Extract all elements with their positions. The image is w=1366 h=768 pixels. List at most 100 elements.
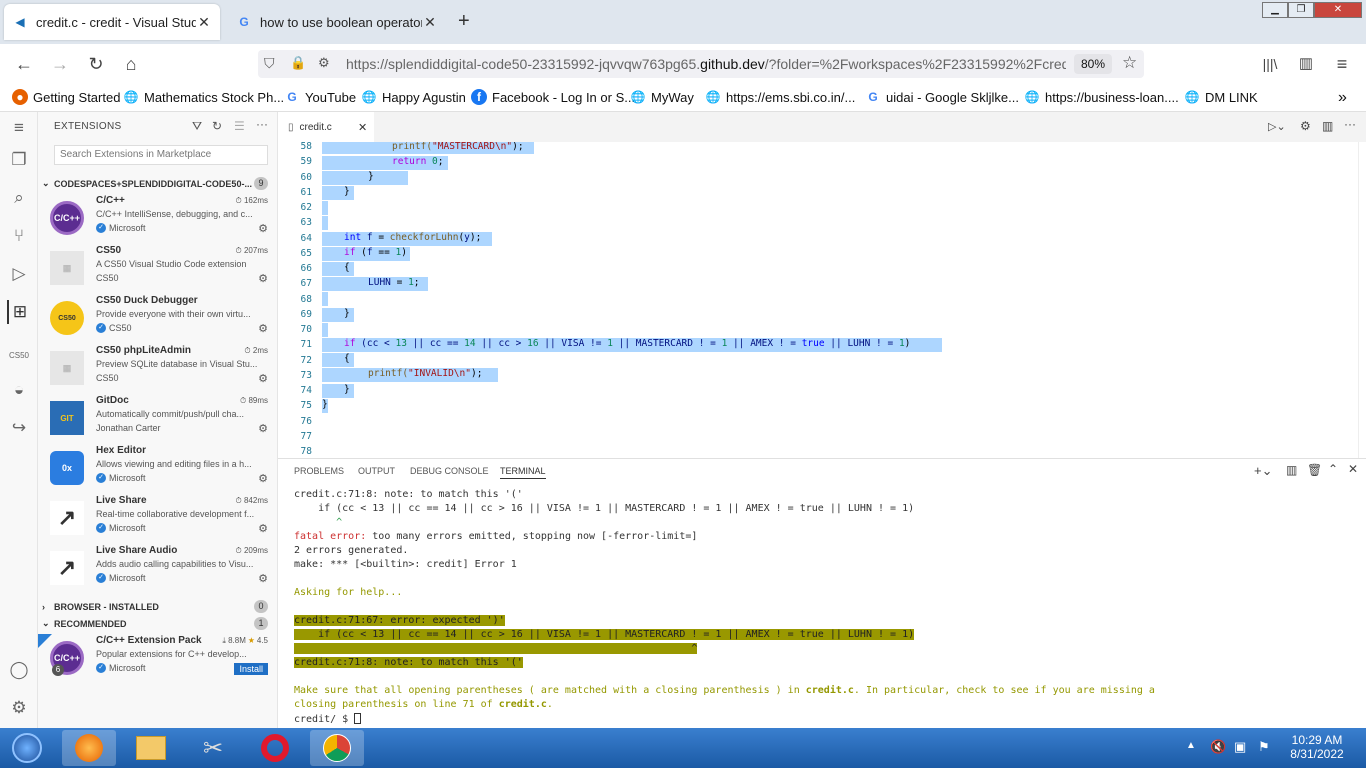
globe-icon: 🌐: [361, 90, 377, 104]
more-actions-icon[interactable]: ···: [1344, 117, 1356, 131]
library-icon[interactable]: |||\: [1258, 52, 1282, 76]
bookmark-business-loan[interactable]: 🌐 https://business-loan....: [1024, 89, 1179, 105]
taskbar-chrome[interactable]: [310, 730, 364, 766]
volume-icon[interactable]: 🔇: [1210, 739, 1226, 755]
settings-gear-icon[interactable]: ⚙: [1300, 119, 1311, 133]
close-window-icon[interactable]: ✕: [1314, 2, 1362, 18]
manage-gear-icon[interactable]: ⚙: [258, 472, 268, 485]
trash-icon[interactable]: 🗑: [1307, 463, 1322, 477]
split-editor-icon[interactable]: ▥: [1322, 119, 1333, 133]
account-icon[interactable]: ◯: [7, 658, 31, 682]
terminal-prompt[interactable]: credit/ $: [294, 713, 362, 725]
action-center-icon[interactable]: ⚑: [1258, 739, 1270, 755]
recommended-extension-item[interactable]: C/C++ 6 C/C++ Extension Pack ⤓ 8.8M ★ 4.…: [38, 634, 278, 684]
bookmark-happy-agustin[interactable]: 🌐 Happy Agustin: [361, 89, 466, 105]
bookmark-getting-started[interactable]: ● Getting Started: [12, 89, 120, 105]
filter-icon[interactable]: ⛛: [192, 119, 202, 134]
extension-item[interactable]: ▦ CS50 phpLiteAdmin ⏱ 2ms Preview SQLite…: [38, 344, 278, 394]
bookmark-myway[interactable]: 🌐 MyWay: [630, 89, 694, 105]
extension-item[interactable]: ↗ Live Share Audio ⏱ 209ms Adds audio ca…: [38, 544, 278, 594]
firefox-icon: [75, 734, 103, 762]
search-icon[interactable]: ⌕: [7, 186, 31, 210]
bookmark-facebook[interactable]: f Facebook - Log In or S...: [471, 89, 635, 105]
explorer-icon[interactable]: ❐: [7, 148, 31, 172]
tab-terminal[interactable]: TERMINAL: [500, 466, 546, 479]
code-editor[interactable]: 58 59 60 61 62 63 64 65 66 67 68 69 70 71 72 73 74 75 76 77…: [278, 142, 1358, 458]
zoom-level[interactable]: 80%: [1074, 54, 1112, 74]
activation-time: ⏱ 162ms: [235, 196, 268, 205]
show-hidden-icons[interactable]: ▲: [1186, 740, 1196, 751]
refresh-icon[interactable]: ↻: [212, 119, 222, 133]
extension-item[interactable]: 0x Hex Editor Allows viewing and editing…: [38, 444, 278, 494]
close-tab-icon[interactable]: ✕: [196, 14, 212, 31]
clear-icon[interactable]: ☰: [234, 119, 245, 133]
run-icon[interactable]: ▷⌄: [1268, 120, 1286, 133]
menu-icon[interactable]: ≡: [1330, 52, 1354, 76]
tab-output[interactable]: OUTPUT: [358, 466, 395, 476]
menu-icon[interactable]: ≡: [7, 116, 31, 140]
tab-credit-c[interactable]: ◀ credit.c - credit - Visual Studio C ✕: [4, 4, 220, 40]
bookmark-mathematics[interactable]: 🌐 Mathematics Stock Ph...: [123, 89, 285, 105]
tab-problems[interactable]: PROBLEMS: [294, 466, 344, 476]
section-codespaces[interactable]: ⌄ CODESPACES+SPLENDIDDIGITAL-CODE50-... 9: [38, 175, 278, 192]
close-tab-icon[interactable]: ✕: [422, 14, 438, 31]
extensions-icon[interactable]: ⊞: [7, 300, 31, 324]
cs50-icon[interactable]: CS50: [7, 344, 31, 368]
minimize-icon[interactable]: ▁: [1262, 2, 1288, 18]
manage-gear-icon[interactable]: ⚙: [258, 572, 268, 585]
settings-gear-icon[interactable]: ⚙: [7, 696, 31, 720]
editor-scrollbar[interactable]: [1358, 142, 1366, 458]
bookmark-uidai[interactable]: Guidai - Google Skljlke...: [865, 89, 1019, 105]
extension-search-input[interactable]: Search Extensions in Marketplace: [54, 145, 268, 165]
split-terminal-icon[interactable]: ▥: [1286, 463, 1297, 477]
manage-gear-icon[interactable]: ⚙: [258, 372, 268, 385]
close-editor-icon[interactable]: ✕: [358, 121, 367, 134]
manage-gear-icon[interactable]: ⚙: [258, 322, 268, 335]
new-terminal-icon[interactable]: +⌄: [1254, 463, 1272, 479]
section-browser-installed[interactable]: › BROWSER - INSTALLED 0: [38, 598, 278, 615]
bookmark-dm-link[interactable]: 🌐 DM LINK: [1184, 89, 1258, 105]
more-bookmarks-icon[interactable]: »: [1338, 89, 1347, 107]
line-number: 74: [300, 385, 312, 396]
extension-item[interactable]: ▦ CS50 ⏱ 207ms A CS50 Visual Studio Code…: [38, 244, 278, 294]
back-icon[interactable]: ←: [12, 52, 36, 76]
tab-boolean-search[interactable]: G how to use boolean operator in ✕: [228, 4, 446, 40]
reload-icon[interactable]: ↻: [84, 52, 108, 76]
start-button[interactable]: [0, 730, 54, 766]
extension-item[interactable]: GIT GitDoc ⏱ 89ms Automatically commit/p…: [38, 394, 278, 444]
bookmark-star-icon[interactable]: ☆: [1122, 53, 1137, 73]
manage-gear-icon[interactable]: ⚙: [258, 422, 268, 435]
more-actions-icon[interactable]: ···: [256, 117, 268, 131]
install-button[interactable]: Install: [234, 663, 268, 675]
taskbar-firefox[interactable]: [62, 730, 116, 766]
network-icon[interactable]: ▣: [1234, 739, 1246, 755]
duck-icon[interactable]: ◒: [7, 378, 31, 402]
chevron-up-icon[interactable]: ⌃: [1328, 462, 1338, 476]
forward-icon[interactable]: →: [48, 52, 72, 76]
sidebar-toggle-icon[interactable]: ▥: [1294, 52, 1318, 76]
taskbar-opera[interactable]: [248, 730, 302, 766]
extension-item[interactable]: CS50 CS50 Duck Debugger Provide everyone…: [38, 294, 278, 344]
tab-debug-console[interactable]: DEBUG CONSOLE: [410, 466, 489, 476]
taskbar-snipping[interactable]: ✂: [186, 730, 240, 766]
close-panel-icon[interactable]: ✕: [1348, 462, 1358, 476]
address-bar[interactable]: ⛉ 🔒 ⚙ https://splendiddigital-code50-233…: [258, 50, 1144, 78]
extension-item[interactable]: ↗ Live Share ⏱ 842ms Real-time collabora…: [38, 494, 278, 544]
run-debug-icon[interactable]: ▷: [7, 262, 31, 286]
manage-gear-icon[interactable]: ⚙: [258, 522, 268, 535]
live-share-icon[interactable]: ↪: [7, 416, 31, 440]
manage-gear-icon[interactable]: ⚙: [258, 272, 268, 285]
taskbar-explorer[interactable]: [124, 730, 178, 766]
clock[interactable]: 10:29 AM 8/31/2022: [1284, 733, 1350, 761]
bookmark-youtube[interactable]: G YouTube: [284, 89, 356, 105]
google-icon: G: [868, 90, 878, 104]
extension-item[interactable]: C/C++ C/C++ ⏱ 162ms C/C++ IntelliSense, …: [38, 194, 278, 244]
section-recommended[interactable]: ⌄ RECOMMENDED 1: [38, 615, 278, 632]
maximize-icon[interactable]: ❐: [1288, 2, 1314, 18]
home-icon[interactable]: ⌂: [119, 52, 143, 76]
source-control-icon[interactable]: ⑂: [7, 224, 31, 248]
manage-gear-icon[interactable]: ⚙: [258, 222, 268, 235]
editor-tab-credit-c[interactable]: ▯ credit.c ✕: [278, 112, 374, 142]
new-tab-icon[interactable]: +: [458, 10, 470, 33]
bookmark-ems-sbi[interactable]: 🌐 https://ems.sbi.co.in/...: [705, 89, 856, 105]
